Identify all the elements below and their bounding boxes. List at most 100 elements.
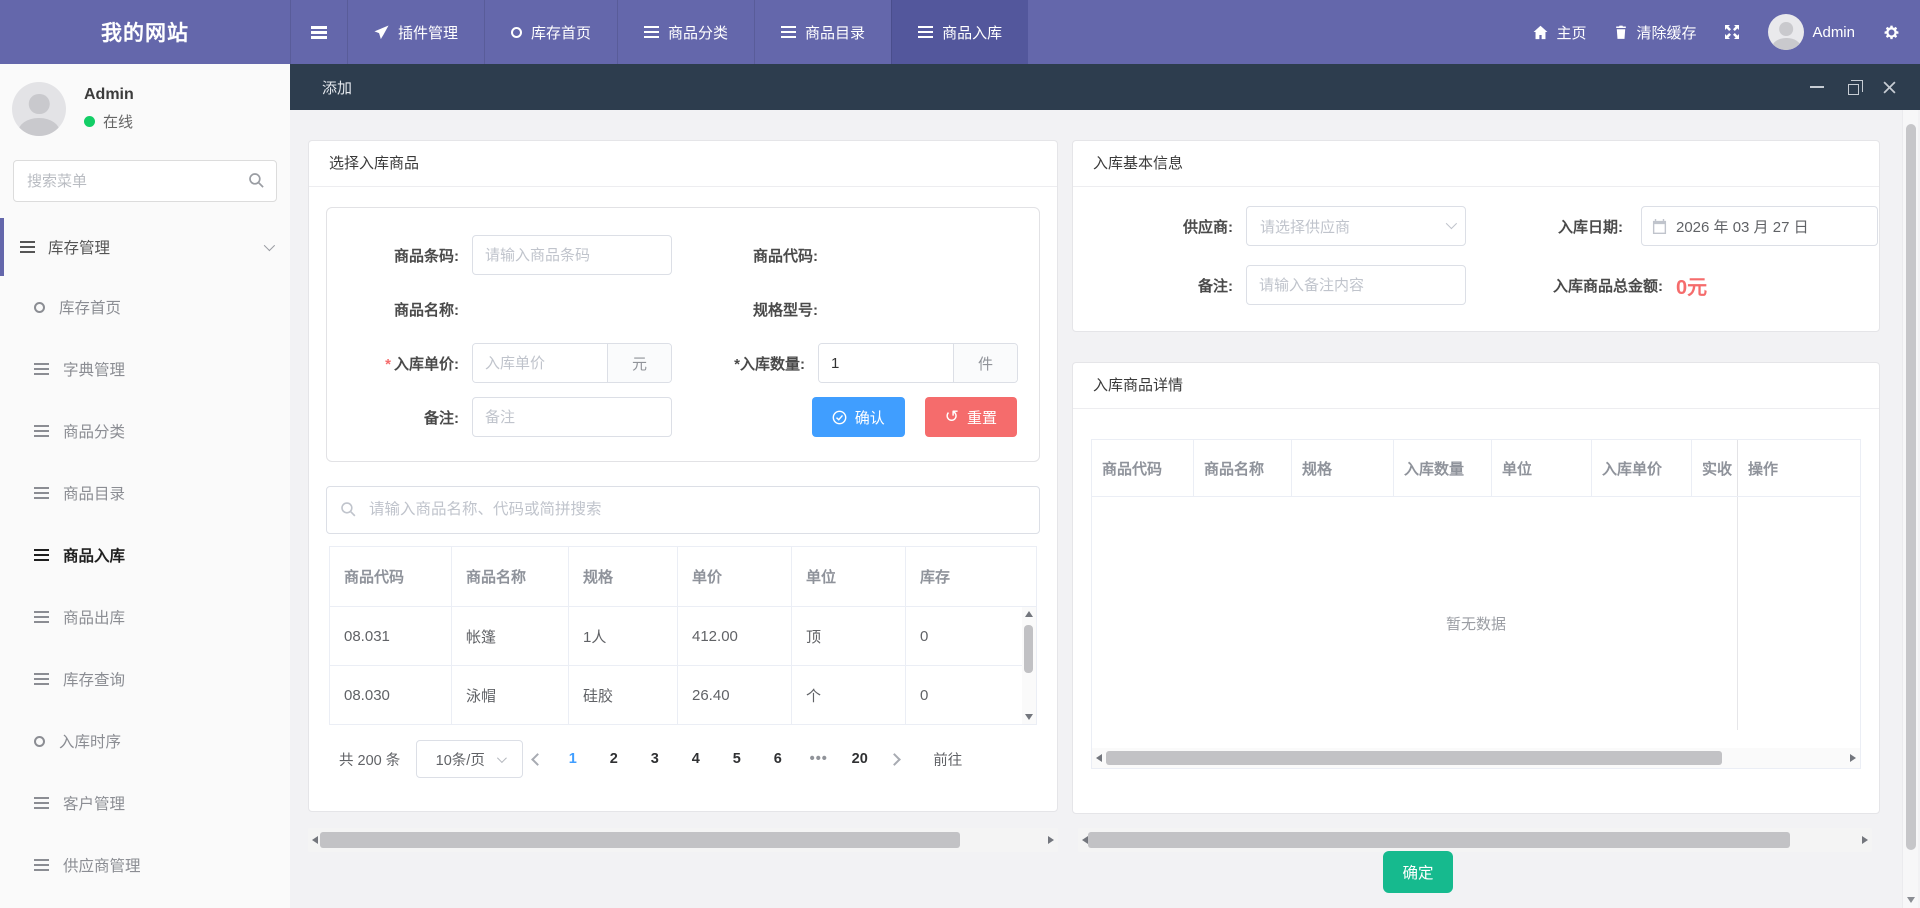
left-panel-horizontal-scrollbar[interactable] — [308, 828, 1058, 852]
price-unit-suffix: 元 — [607, 344, 671, 382]
inbound-date-picker[interactable]: 2026 年 03 月 27 日 — [1641, 206, 1878, 246]
top-nav-menu: 插件管理 库存首页 商品分类 商品目录 商品入库 — [290, 0, 1028, 64]
search-icon — [248, 172, 265, 189]
inbound-product-detail-panel: 入库商品详情 商品代码 商品名称 规格 入库数量 单位 入库单价 实收 操作 — [1072, 362, 1880, 814]
page-number[interactable]: 5 — [719, 751, 754, 767]
remark-label: 备注: — [1073, 275, 1233, 296]
paper-plane-icon — [374, 25, 389, 40]
list-icon — [34, 425, 49, 437]
sidebar-item-customer-management[interactable]: 客户管理 — [0, 772, 290, 834]
remark-input[interactable] — [472, 397, 672, 437]
close-icon[interactable] — [1883, 81, 1896, 94]
inbound-basic-info-panel: 入库基本信息 供应商: 请选择供应商 入库日期: 2026 年 03 月 — [1072, 140, 1880, 332]
list-icon — [20, 241, 35, 253]
top-navbar-right: 主页 清除缓存 Admin — [1533, 0, 1920, 64]
sidebar: Admin 在线 库存管理 库存首页 字典管理 — [0, 64, 290, 908]
sidebar-item-inventory-query[interactable]: 库存查询 — [0, 648, 290, 710]
panel-title: 选择入库商品 — [309, 141, 1057, 187]
sidebar-item-dictionary[interactable]: 字典管理 — [0, 338, 290, 400]
user-menu[interactable]: Admin — [1768, 14, 1855, 50]
sidebar-item-product-outbound[interactable]: 商品出库 — [0, 586, 290, 648]
inbound-qty-label: *入库数量: — [672, 353, 805, 374]
online-status-icon — [84, 116, 95, 127]
page-number[interactable]: 4 — [678, 751, 713, 767]
page-number[interactable]: 1 — [555, 751, 590, 767]
user-status: 在线 — [84, 111, 134, 132]
goto-page-label: 前往 — [933, 749, 962, 770]
table-row[interactable]: 08.030 泳帽 硅胶 26.40 个 0 — [330, 665, 1036, 724]
sidebar-item-supplier-management[interactable]: 供应商管理 — [0, 834, 290, 896]
right-panel-horizontal-scrollbar[interactable] — [1078, 828, 1872, 852]
restore-window-icon[interactable] — [1848, 84, 1859, 95]
circle-icon — [34, 302, 45, 313]
topnav-item-product-inbound[interactable]: 商品入库 — [891, 0, 1028, 64]
qty-unit-suffix: 件 — [953, 344, 1017, 382]
empty-table-body: 暂无数据 — [1092, 496, 1860, 750]
inbound-qty-input[interactable] — [819, 344, 953, 382]
page-ellipsis[interactable]: ••• — [801, 751, 836, 767]
tab-add[interactable]: 添加 — [322, 77, 352, 98]
clear-cache-button[interactable]: 清除缓存 — [1614, 22, 1696, 43]
circle-icon — [511, 27, 522, 38]
tab-bar: 添加 — [290, 64, 1920, 110]
chevron-down-icon — [264, 240, 275, 251]
settings-button[interactable] — [1883, 24, 1900, 41]
next-page-button[interactable] — [890, 755, 899, 764]
minimize-icon[interactable] — [1810, 86, 1824, 88]
sidebar-search — [13, 160, 277, 202]
sidebar-toggle-button[interactable] — [290, 0, 347, 64]
fullscreen-button[interactable] — [1724, 24, 1740, 40]
table-header-row: 商品代码 商品名称 规格 入库数量 单位 入库单价 实收 操作 — [1092, 440, 1860, 496]
sidebar-item-inbound-timeline[interactable]: 入库时序 — [0, 710, 290, 772]
barcode-input[interactable] — [472, 235, 672, 275]
scrollbar-thumb — [1024, 625, 1033, 673]
user-name: Admin — [84, 86, 134, 104]
trash-icon — [1614, 25, 1628, 40]
sidebar-item-product-catalog[interactable]: 商品目录 — [0, 462, 290, 524]
prev-page-button[interactable] — [533, 755, 542, 764]
topnav-item-product-category[interactable]: 商品分类 — [617, 0, 754, 64]
topnav-item-inventory-home[interactable]: 库存首页 — [484, 0, 617, 64]
inbound-remark-input[interactable] — [1246, 265, 1466, 305]
list-icon — [34, 363, 49, 375]
sidebar-item-product-category[interactable]: 商品分类 — [0, 400, 290, 462]
search-icon — [340, 501, 357, 518]
page-number[interactable]: 20 — [842, 751, 877, 767]
product-form: 商品条码: 商品代码: 商品名称: 规格型号: *入库单价: — [326, 207, 1040, 462]
list-icon — [34, 797, 49, 809]
page-number[interactable]: 6 — [760, 751, 795, 767]
page-vertical-scrollbar[interactable] — [1902, 110, 1918, 908]
avatar — [1768, 14, 1804, 50]
hamburger-icon — [311, 26, 327, 38]
username-label: Admin — [1812, 24, 1855, 41]
home-button[interactable]: 主页 — [1533, 22, 1586, 43]
menu-search-input[interactable] — [13, 160, 277, 202]
sidebar-section-inventory-management[interactable]: 库存管理 — [0, 218, 290, 276]
supplier-select[interactable]: 请选择供应商 — [1246, 206, 1466, 246]
scroll-right-icon — [1862, 836, 1868, 844]
page-number[interactable]: 2 — [596, 751, 631, 767]
scrollbar-thumb — [1106, 751, 1722, 765]
chevron-left-icon — [531, 753, 544, 766]
product-search-input[interactable] — [326, 486, 1040, 534]
sidebar-item-inventory-home[interactable]: 库存首页 — [0, 276, 290, 338]
page-number[interactable]: 3 — [637, 751, 672, 767]
inbound-price-input[interactable] — [473, 344, 607, 382]
submit-button[interactable]: 确定 — [1383, 851, 1453, 893]
table-horizontal-scrollbar[interactable] — [1092, 748, 1860, 768]
spec-model-label: 规格型号: — [672, 299, 818, 320]
inbound-price-label: *入库单价: — [327, 353, 459, 374]
pagination-total: 共 200 条 — [339, 749, 400, 770]
top-navbar: 我的网站 插件管理 库存首页 商品分类 商品目录 — [0, 0, 1920, 64]
sidebar-item-product-inbound[interactable]: 商品入库 — [0, 524, 290, 586]
topnav-item-plugins[interactable]: 插件管理 — [347, 0, 484, 64]
list-icon — [34, 549, 49, 561]
table-vertical-scrollbar[interactable] — [1022, 607, 1036, 724]
chevron-right-icon — [888, 753, 901, 766]
table-row[interactable]: 08.031 帐篷 1人 412.00 顶 0 — [330, 606, 1036, 665]
scroll-down-icon — [1025, 714, 1033, 720]
reset-button[interactable]: 重置 — [925, 397, 1017, 437]
confirm-button[interactable]: 确认 — [812, 397, 905, 437]
page-size-select[interactable]: 10条/页 — [416, 740, 523, 778]
topnav-item-product-catalog[interactable]: 商品目录 — [754, 0, 891, 64]
